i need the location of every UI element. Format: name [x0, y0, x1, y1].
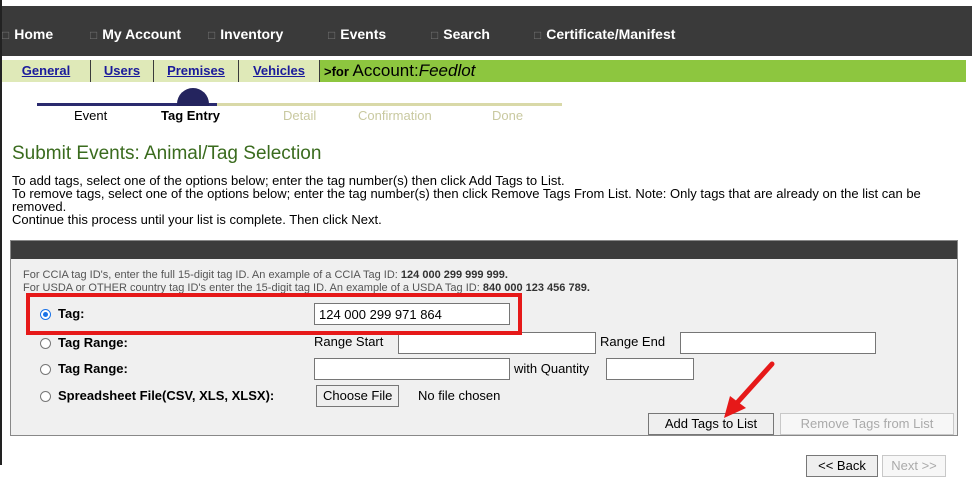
tag-range-qty-label: Tag Range:: [58, 361, 128, 376]
top-navigation-bar: □ Home □ My Account □ Inventory □ Events □ Se…: [2, 6, 972, 56]
tab-premises[interactable]: Premises: [154, 60, 239, 82]
range-end-input[interactable]: [680, 332, 876, 354]
tag-range-radio[interactable]: [40, 338, 51, 349]
range-start-input[interactable]: [398, 332, 596, 354]
nav-bullet-icon: □: [534, 28, 542, 42]
next-button[interactable]: Next >>: [882, 455, 946, 477]
red-arrow-icon: [724, 361, 775, 418]
ccia-hint: For CCIA tag ID's, enter the full 15-dig…: [23, 269, 508, 281]
account-sub-navigation: General Users Premises Vehicles >for Acc…: [2, 60, 966, 82]
account-name: Feedlot: [418, 61, 476, 80]
quantity-input[interactable]: [606, 358, 694, 380]
nav-inventory[interactable]: □ Inventory: [208, 26, 283, 42]
tab-vehicles[interactable]: Vehicles: [239, 60, 320, 82]
nav-events[interactable]: □ Events: [328, 26, 386, 42]
choose-file-button[interactable]: Choose File: [316, 385, 400, 407]
tag-range-label: Tag Range:: [58, 335, 128, 350]
spreadsheet-label: Spreadsheet File(CSV, XLS, XLSX):: [58, 388, 275, 403]
account-context-label: >for Account:Feedlot: [324, 61, 476, 80]
nav-home[interactable]: □ Home: [2, 26, 53, 42]
step-detail: Detail: [283, 108, 317, 123]
progress-current-marker: [177, 88, 209, 106]
instruction-line: To remove tags, select one of the option…: [12, 186, 921, 214]
spreadsheet-radio[interactable]: [40, 391, 51, 402]
step-confirmation: Confirmation: [358, 108, 432, 123]
highlight-box: [26, 293, 522, 335]
back-button[interactable]: << Back: [806, 455, 878, 477]
range-end-label: Range End: [600, 334, 666, 349]
nav-bullet-icon: □: [328, 28, 336, 42]
step-tag-entry: Tag Entry: [161, 108, 220, 123]
nav-bullet-icon: □: [208, 28, 216, 42]
progress-line-pending: [217, 103, 562, 106]
tab-users[interactable]: Users: [91, 60, 154, 82]
with-quantity-label: with Quantity: [514, 361, 590, 376]
panel-header: [11, 241, 957, 259]
range-start-label: Range Start: [314, 334, 384, 349]
nav-certificate-manifest[interactable]: □ Certificate/Manifest: [534, 26, 675, 42]
nav-bullet-icon: □: [2, 28, 10, 42]
nav-bullet-icon: □: [431, 28, 439, 42]
tag-range-qty-radio[interactable]: [40, 364, 51, 375]
nav-search[interactable]: □ Search: [431, 26, 490, 42]
nav-bullet-icon: □: [90, 28, 98, 42]
remove-tags-button[interactable]: Remove Tags from List: [780, 413, 954, 435]
no-file-chosen-label: No file chosen: [418, 388, 501, 403]
tab-general[interactable]: General: [2, 60, 91, 82]
page-title: Submit Events: Animal/Tag Selection: [12, 143, 322, 164]
range-qty-start-input[interactable]: [314, 358, 510, 380]
step-done: Done: [492, 108, 524, 123]
nav-my-account[interactable]: □ My Account: [90, 26, 181, 42]
step-event: Event: [74, 108, 108, 123]
instructions: To add tags, select one of the options b…: [12, 174, 957, 226]
instruction-line: Continue this process until your list is…: [12, 212, 382, 227]
